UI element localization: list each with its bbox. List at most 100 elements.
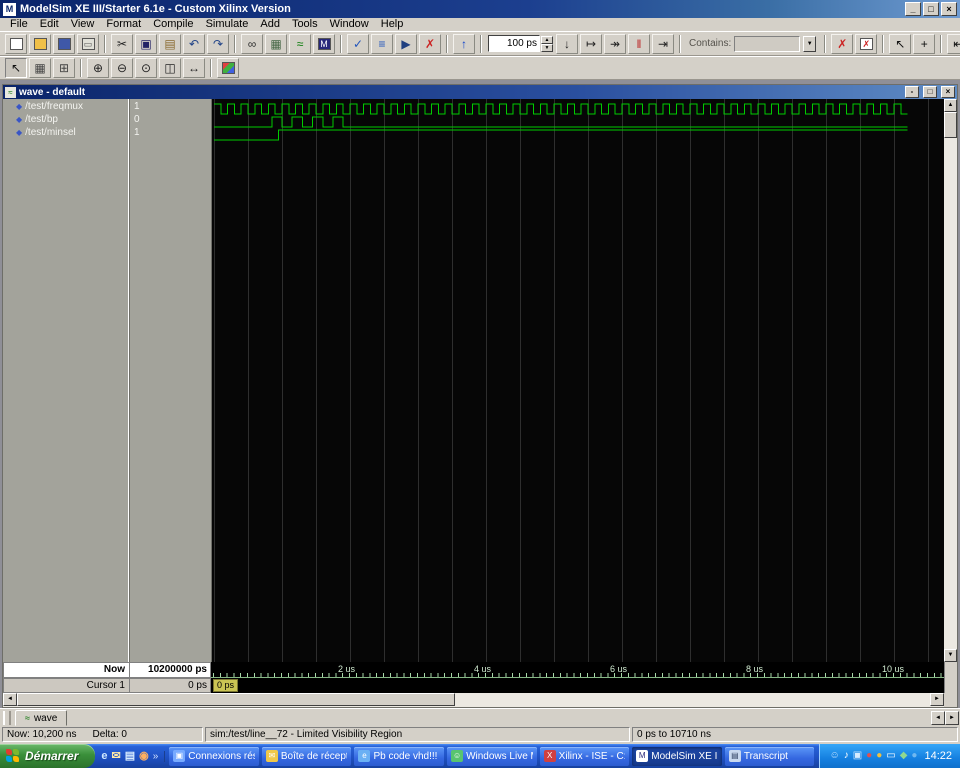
- display-icon[interactable]: ▭: [886, 751, 895, 761]
- step-icon[interactable]: ⇥: [652, 33, 674, 54]
- horizontal-scroll-thumb[interactable]: [17, 693, 455, 706]
- ie-page-task-button[interactable]: ePb code vhd!!! - ...: [354, 746, 445, 766]
- restart-icon[interactable]: ↑: [453, 33, 475, 54]
- transcript-task-button[interactable]: ▤ Transcript: [724, 746, 815, 766]
- modelsim-task-task-button[interactable]: MModelSim XE II...: [632, 746, 722, 766]
- wave-restore-button[interactable]: □: [923, 86, 937, 98]
- usb-icon[interactable]: ◆: [900, 751, 908, 761]
- compile-icon[interactable]: ✓: [347, 33, 369, 54]
- find-previous-icon[interactable]: ⇤: [947, 33, 960, 54]
- menu-item-file[interactable]: File: [4, 18, 34, 31]
- spin-up-icon[interactable]: ▲: [541, 35, 553, 44]
- add-wave-icon[interactable]: ≈: [289, 33, 311, 54]
- menu-item-help[interactable]: Help: [375, 18, 410, 31]
- tab-wave[interactable]: ≈ wave: [15, 710, 68, 726]
- select-pointer-icon[interactable]: ↖: [889, 33, 912, 54]
- close-button[interactable]: ×: [941, 2, 957, 16]
- find-icon[interactable]: ∞: [241, 33, 263, 54]
- minimize-button[interactable]: _: [905, 2, 921, 16]
- signal-row[interactable]: ◆/test/minsel: [3, 126, 128, 139]
- new-document-icon[interactable]: [5, 33, 27, 54]
- wave-minimize-button[interactable]: -: [905, 86, 919, 98]
- menu-item-view[interactable]: View: [65, 18, 101, 31]
- menu-item-tools[interactable]: Tools: [286, 18, 324, 31]
- print-icon[interactable]: ▭: [77, 33, 99, 54]
- scheduler-icon[interactable]: ●: [911, 751, 917, 761]
- vertical-scroll-thumb[interactable]: [944, 112, 957, 138]
- colors-icon[interactable]: [217, 58, 239, 78]
- outlook-icon[interactable]: ✉: [112, 750, 121, 762]
- menu-item-format[interactable]: Format: [100, 18, 147, 31]
- save-icon[interactable]: [53, 33, 75, 54]
- cursor-time-chip[interactable]: 0 ps: [213, 679, 239, 692]
- inbox-task-button[interactable]: ✉Boîte de réceptio...: [261, 746, 352, 766]
- modelsim-icon[interactable]: M: [313, 33, 335, 54]
- tab-scroll-left-icon[interactable]: ◄: [931, 711, 945, 725]
- scroll-right-icon[interactable]: ►: [930, 693, 944, 706]
- signal-row[interactable]: ◆/test/bp: [3, 113, 128, 126]
- run-icon[interactable]: ↓: [556, 33, 578, 54]
- goto-line-icon[interactable]: ▦: [265, 33, 287, 54]
- vertical-scrollbar[interactable]: ▲ ▼: [944, 99, 957, 662]
- contains-input[interactable]: [734, 35, 801, 52]
- open-folder-icon[interactable]: [29, 33, 51, 54]
- spin-down-icon[interactable]: ▼: [541, 43, 553, 52]
- signal-row[interactable]: ◆/test/freqmux: [3, 100, 128, 113]
- copy-icon[interactable]: ▣: [135, 33, 157, 54]
- zoom-full-icon[interactable]: ⊙: [135, 58, 157, 78]
- zoom-out-icon: ⊖: [116, 61, 128, 75]
- paste-icon[interactable]: ▤: [159, 33, 181, 54]
- xilinx-task-button[interactable]: XXilinx - ISE - C:\Xil...: [539, 746, 630, 766]
- media-player-icon[interactable]: ◉: [139, 750, 149, 762]
- cursor-label[interactable]: Cursor 1: [3, 678, 130, 693]
- timeline-ruler[interactable]: 2 us 4 us 6 us 8 us 10 us: [211, 662, 944, 678]
- zoom-cursor-icon[interactable]: ↔: [183, 58, 205, 78]
- start-button[interactable]: Démarrer: [0, 744, 96, 768]
- tab-scroll-right-icon[interactable]: ►: [945, 711, 959, 725]
- restore-button[interactable]: □: [923, 2, 939, 16]
- messenger-task-button[interactable]: ☺Windows Live Me...: [447, 746, 537, 766]
- show-desktop-icon[interactable]: ▤: [125, 750, 135, 762]
- zoom-out-icon[interactable]: ⊖: [111, 58, 133, 78]
- wave-close-button[interactable]: ×: [941, 86, 955, 98]
- zoom-range-icon[interactable]: ◫: [159, 58, 181, 78]
- zoom-in-icon[interactable]: ⊕: [87, 58, 109, 78]
- contains-dropdown-icon[interactable]: ▼: [803, 35, 817, 52]
- menu-item-edit[interactable]: Edit: [34, 18, 65, 31]
- volume-icon[interactable]: ♪: [844, 751, 849, 761]
- ie-icon[interactable]: e: [101, 750, 107, 762]
- scroll-down-icon[interactable]: ▼: [944, 649, 957, 662]
- wave-area[interactable]: [211, 99, 944, 662]
- cursor-track[interactable]: 0 ps: [211, 678, 944, 693]
- select-mode-icon[interactable]: ↖: [5, 58, 27, 78]
- redo-icon[interactable]: ↷: [207, 33, 229, 54]
- pan-mode-icon[interactable]: ⊞: [53, 58, 75, 78]
- update-icon[interactable]: ●: [876, 751, 882, 761]
- menu-item-window[interactable]: Window: [324, 18, 375, 31]
- run-all-icon[interactable]: ↠: [604, 33, 626, 54]
- break-icon[interactable]: ✗: [419, 33, 441, 54]
- stop-icon: ✗: [837, 36, 848, 51]
- network-tray-icon[interactable]: ▣: [853, 751, 862, 761]
- break-run-icon[interactable]: ‖: [628, 33, 650, 54]
- menu-item-compile[interactable]: Compile: [147, 18, 199, 31]
- horizontal-scrollbar[interactable]: ◄ ►: [3, 693, 944, 707]
- scroll-up-icon[interactable]: ▲: [944, 99, 957, 112]
- zoom-mode-icon[interactable]: ▦: [29, 58, 51, 78]
- network-task-button[interactable]: ▣Connexions réseau: [169, 746, 259, 766]
- menu-item-simulate[interactable]: Simulate: [200, 18, 255, 31]
- kill-icon[interactable]: ✗: [855, 33, 878, 54]
- stop-icon[interactable]: ✗: [831, 33, 854, 54]
- simulate-icon[interactable]: ▶: [395, 33, 417, 54]
- antivirus-icon[interactable]: ●: [866, 751, 872, 761]
- messenger-tray-icon[interactable]: ☺: [830, 751, 840, 761]
- continue-run-icon[interactable]: ↦: [580, 33, 602, 54]
- cut-icon[interactable]: ✂: [111, 33, 133, 54]
- quick-launch-overflow-icon[interactable]: »: [153, 751, 159, 762]
- compile-all-icon[interactable]: ≡: [371, 33, 393, 54]
- undo-icon[interactable]: ↶: [183, 33, 205, 54]
- run-length-input[interactable]: [488, 35, 540, 52]
- add-cursor-icon[interactable]: +: [913, 33, 936, 54]
- menu-item-add[interactable]: Add: [254, 18, 286, 31]
- scroll-left-icon[interactable]: ◄: [3, 693, 17, 706]
